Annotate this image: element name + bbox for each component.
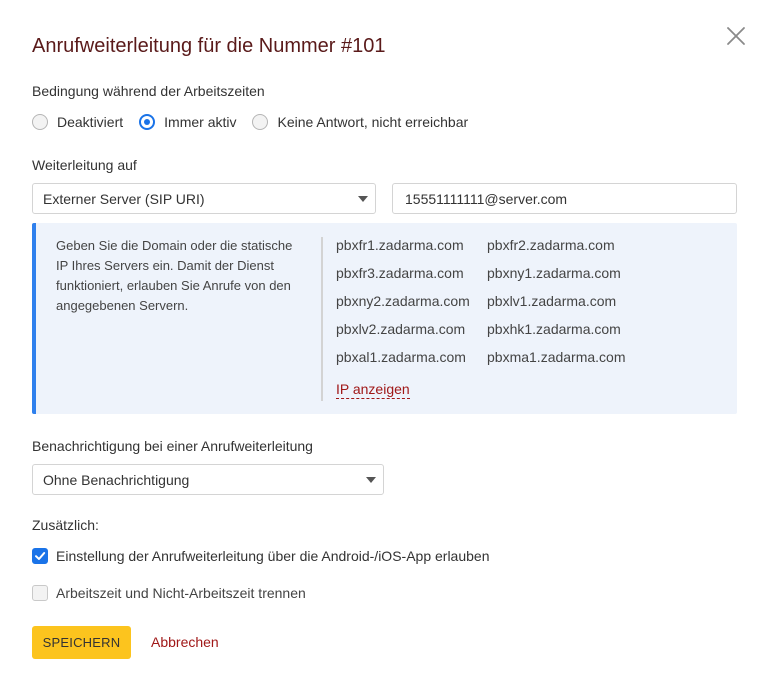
server-item: pbxfr1.zadarma.com	[336, 237, 464, 253]
chevron-down-icon	[366, 477, 376, 483]
close-button[interactable]	[723, 23, 749, 49]
radio-option-immer-aktiv[interactable]: Immer aktiv	[139, 114, 236, 130]
server-item: pbxfr2.zadarma.com	[487, 237, 615, 253]
server-item: pbxny1.zadarma.com	[487, 265, 621, 281]
separate-worktime-checkbox[interactable]	[32, 585, 48, 601]
chevron-down-icon	[358, 196, 368, 202]
radio-button-immer-aktiv[interactable]	[139, 114, 156, 130]
notification-label: Benachrichtigung bei einer Anrufweiterle…	[32, 438, 313, 454]
radio-option-deaktiviert[interactable]: Deaktiviert	[32, 114, 123, 130]
forwarding-target-select[interactable]: Externer Server (SIP URI)	[32, 183, 376, 214]
dialog-title: Anrufweiterleitung für die Nummer #101	[32, 35, 386, 57]
radio-label-immer-aktiv: Immer aktiv	[164, 114, 237, 130]
allow-app-setting-label: Einstellung der Anrufweiterleitung über …	[56, 548, 490, 564]
sip-uri-input[interactable]	[392, 183, 737, 214]
allow-app-setting-option[interactable]: Einstellung der Anrufweiterleitung über …	[32, 548, 490, 564]
show-ip-link[interactable]: IP anzeigen	[336, 380, 410, 399]
forwarding-label: Weiterleitung auf	[32, 157, 137, 173]
allow-app-setting-checkbox[interactable]	[32, 548, 48, 564]
notification-select[interactable]: Ohne Benachrichtigung	[32, 464, 384, 495]
condition-label: Bedingung während der Arbeitszeiten	[32, 83, 265, 99]
close-icon	[727, 27, 745, 45]
server-item: pbxlv1.zadarma.com	[487, 293, 617, 309]
server-item: pbxal1.zadarma.com	[336, 349, 466, 365]
server-list: pbxfr1.zadarma.com pbxfr2.zadarma.com pb…	[336, 235, 637, 367]
server-item: pbxhk1.zadarma.com	[487, 321, 621, 337]
server-item: pbxny2.zadarma.com	[336, 293, 470, 309]
cancel-button[interactable]: Abbrechen	[151, 634, 219, 650]
checkmark-icon	[35, 552, 46, 560]
server-info-box: Geben Sie die Domain oder die statische …	[32, 223, 737, 414]
save-button[interactable]: SPEICHERN	[32, 626, 131, 659]
info-text: Geben Sie die Domain oder die statische …	[56, 238, 293, 313]
forwarding-target-value: Externer Server (SIP URI)	[43, 190, 205, 207]
separate-worktime-label: Arbeitszeit und Nicht-Arbeitszeit trenne…	[56, 585, 306, 601]
server-item: pbxma1.zadarma.com	[487, 349, 626, 365]
forwarding-dialog: Anrufweiterleitung für die Nummer #101 B…	[0, 0, 766, 693]
radio-button-keine-antwort[interactable]	[252, 114, 269, 130]
radio-option-keine-antwort[interactable]: Keine Antwort, nicht erreichbar	[252, 114, 468, 130]
notification-select-value: Ohne Benachrichtigung	[43, 471, 190, 488]
radio-label-keine-antwort: Keine Antwort, nicht erreichbar	[277, 114, 469, 130]
condition-radio-group: Deaktiviert Immer aktiv Keine Antwort, n…	[32, 112, 484, 132]
server-item: pbxfr3.zadarma.com	[336, 265, 464, 281]
info-divider	[321, 237, 323, 401]
separate-worktime-option[interactable]: Arbeitszeit und Nicht-Arbeitszeit trenne…	[32, 585, 306, 601]
server-item: pbxlv2.zadarma.com	[336, 321, 466, 337]
radio-label-deaktiviert: Deaktiviert	[57, 114, 124, 130]
additional-label: Zusätzlich:	[32, 517, 99, 533]
radio-button-deaktiviert[interactable]	[32, 114, 48, 130]
